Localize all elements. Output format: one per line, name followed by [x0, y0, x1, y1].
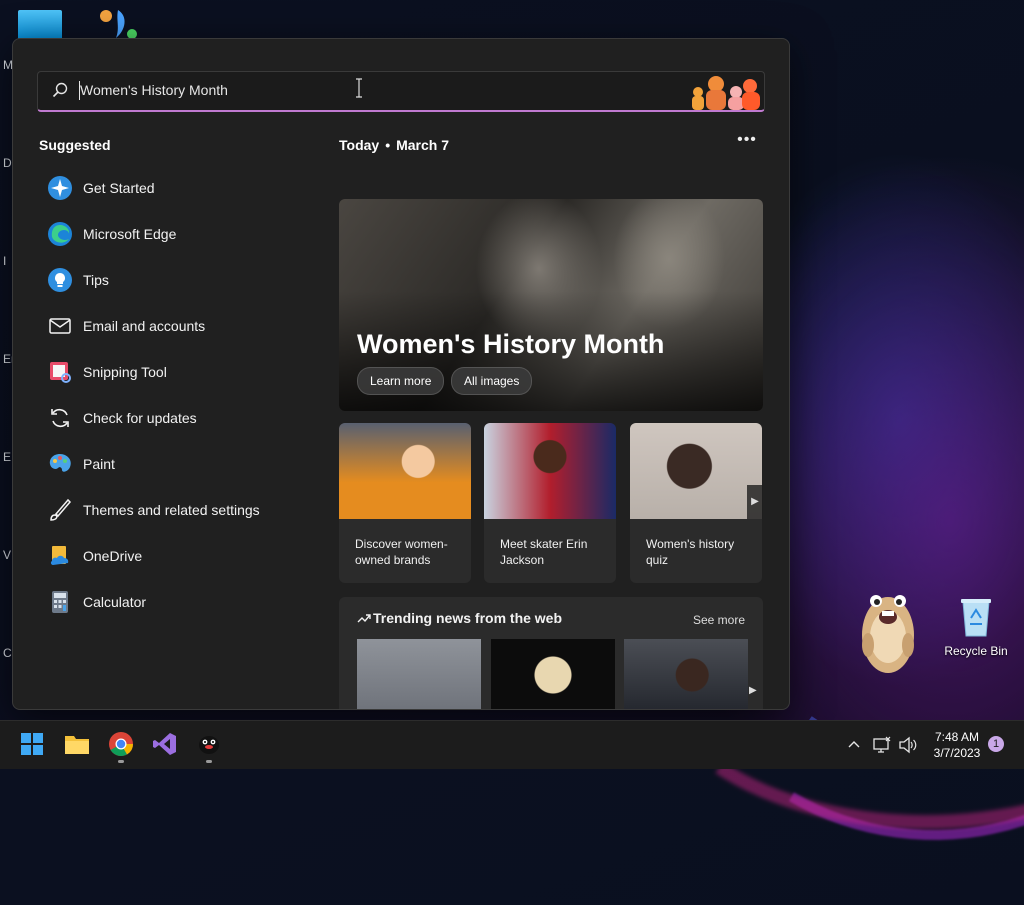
snipping-tool-icon [50, 362, 71, 383]
search-input[interactable]: Women's History Month [80, 82, 228, 98]
suggested-item-label: Email and accounts [83, 318, 206, 334]
tips-icon [48, 268, 72, 292]
suggested-item-label: Calculator [83, 594, 147, 610]
suggested-item-email-and-accounts[interactable]: Email and accounts [47, 305, 307, 351]
today-label: Today [339, 137, 380, 153]
desktop-label-fragment: I [3, 254, 7, 268]
topic-card-image [484, 423, 616, 519]
topic-card-image [630, 423, 762, 519]
volume-control[interactable] [898, 721, 918, 769]
visual-studio-icon [153, 733, 176, 755]
suggested-item-onedrive[interactable]: OneDrive [47, 535, 307, 581]
penguin-app-icon [199, 736, 219, 754]
suggested-item-snipping-tool[interactable]: Snipping Tool [47, 351, 307, 397]
search-box[interactable]: Women's History Month [37, 71, 765, 112]
learn-more-button[interactable]: Learn more [357, 367, 445, 395]
brush-icon [50, 498, 72, 521]
file-explorer-icon [65, 736, 89, 754]
search-panel: Women's History Month Suggested Get Star… [12, 38, 790, 710]
topic-card-caption: Meet skater Erin Jackson [500, 537, 588, 567]
news-thumbnail[interactable] [357, 639, 481, 709]
desktop-label-fragment: E [3, 450, 12, 464]
suggested-item-label: Get Started [83, 180, 155, 196]
news-thumbnail[interactable] [624, 639, 748, 709]
all-images-button[interactable]: All images [451, 367, 533, 395]
chevron-up-icon [848, 741, 860, 748]
suggested-item-calculator[interactable]: Calculator [47, 581, 307, 627]
paint-icon [49, 454, 71, 472]
search-icon [52, 82, 68, 98]
suggested-item-label: Tips [83, 272, 109, 288]
get-started-icon [48, 176, 72, 200]
running-indicator [118, 760, 124, 763]
gopher-mascot-icon[interactable] [856, 575, 920, 677]
hero-title: Women's History Month [357, 329, 665, 359]
suggested-item-themes-and-related-settings[interactable]: Themes and related settings [47, 489, 307, 535]
clock-time: 7:48 AM [934, 730, 980, 744]
suggested-item-label: Microsoft Edge [83, 226, 177, 242]
desktop-icon-partial[interactable] [18, 10, 62, 40]
trending-up-icon [357, 614, 371, 623]
recycle-bin[interactable]: Recycle Bin [940, 596, 1012, 658]
calculator-icon [52, 591, 68, 613]
recycle-bin-label: Recycle Bin [944, 644, 1008, 658]
scroll-right-icon[interactable]: ▶ [749, 685, 757, 696]
suggested-item-paint[interactable]: Paint [47, 443, 307, 489]
suggested-item-label: Paint [83, 456, 115, 472]
taskbar: 7:48 AM 3/7/2023 1 [0, 720, 1024, 769]
clock[interactable]: 7:48 AM 3/7/2023 [926, 729, 988, 761]
topic-card[interactable]: Women's history quiz [630, 423, 762, 583]
visual-studio-button[interactable] [148, 729, 182, 759]
topic-card-caption: Women's history quiz [646, 537, 735, 567]
file-explorer-button[interactable] [60, 729, 94, 759]
edge-icon [48, 222, 72, 246]
onedrive-icon [50, 546, 69, 565]
desktop-label-fragment: C [3, 646, 12, 660]
network-status[interactable] [872, 721, 892, 769]
topic-card-image [339, 423, 471, 519]
suggested-heading: Suggested [39, 137, 111, 153]
desktop-app-icon-partial[interactable] [98, 8, 138, 40]
network-icon [873, 736, 891, 753]
more-options-icon[interactable]: ••• [737, 131, 757, 151]
suggested-item-microsoft-edge[interactable]: Microsoft Edge [47, 213, 307, 259]
hero-card[interactable]: Women's History Month Learn more All ima… [339, 199, 763, 411]
desktop-label-fragment: V [3, 548, 12, 562]
clock-date: 3/7/2023 [933, 746, 981, 760]
today-date: March 7 [396, 137, 450, 153]
scroll-right-icon[interactable]: ▶ [747, 485, 763, 519]
suggested-item-get-started[interactable]: Get Started [47, 167, 307, 213]
trending-news-section: Trending news from the web See more ▶ [339, 597, 763, 709]
recycle-bin-icon [961, 599, 991, 637]
mail-icon [49, 318, 71, 334]
topic-cards: Discover women-owned brands Meet skater … [339, 423, 763, 583]
start-button[interactable] [15, 729, 49, 759]
chrome-icon [109, 732, 133, 757]
suggested-item-label: Themes and related settings [83, 502, 260, 518]
separator-dot: • [385, 137, 391, 153]
topic-card[interactable]: Discover women-owned brands [339, 423, 471, 583]
notification-badge[interactable]: 1 [988, 736, 1004, 752]
show-hidden-icons-button[interactable] [845, 721, 863, 769]
penguin-app-button[interactable] [192, 729, 226, 763]
suggested-item-label: OneDrive [83, 548, 143, 564]
suggested-list: Get Started Microsoft Edge Tips Email an… [47, 167, 307, 627]
refresh-icon [51, 408, 69, 428]
running-indicator [206, 760, 212, 763]
suggested-item-tips[interactable]: Tips [47, 259, 307, 305]
topic-card[interactable]: Meet skater Erin Jackson [484, 423, 616, 583]
suggested-item-label: Snipping Tool [83, 364, 167, 380]
windows-start-icon [21, 733, 43, 755]
see-more-link[interactable]: See more [693, 613, 745, 627]
womens-history-search-illustration [692, 76, 760, 110]
today-header: Today • March 7 [339, 137, 449, 153]
volume-icon [899, 736, 917, 754]
topic-card-caption: Discover women-owned brands [355, 537, 448, 567]
text-cursor-icon [356, 78, 362, 98]
trending-title: Trending news from the web [373, 610, 563, 626]
suggested-item-check-for-updates[interactable]: Check for updates [47, 397, 307, 443]
news-thumbnail[interactable] [491, 639, 615, 709]
chrome-button[interactable] [104, 729, 138, 763]
suggested-item-label: Check for updates [83, 410, 197, 426]
